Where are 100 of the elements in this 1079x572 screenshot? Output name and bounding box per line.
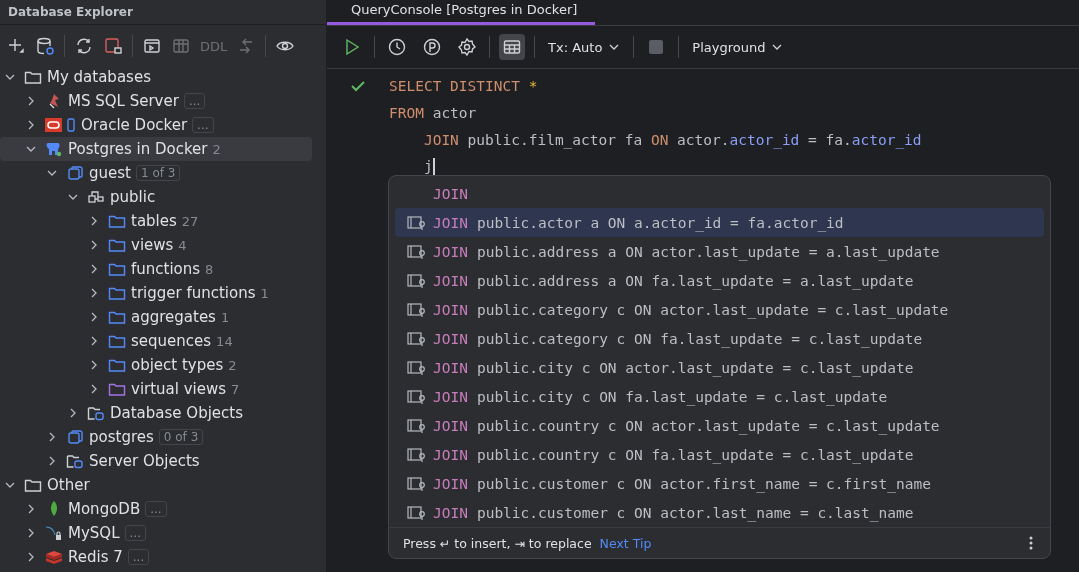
item-count: 1 [260,285,269,301]
tree-item[interactable]: object types 2 [0,353,312,377]
dropdown-button[interactable]: Playground [688,39,788,55]
folder-icon [24,477,42,493]
table-join-icon [407,388,427,405]
p-circle-icon [422,37,442,57]
tree-item[interactable]: Redis 7 ... [0,545,312,569]
grid-button[interactable] [499,34,525,60]
table-join-icon [407,330,427,347]
tree-item-label: guest [89,164,131,182]
tree-item-label: Server Objects [89,452,200,470]
item-badge: ... [124,525,146,541]
tree-item-label: trigger functions [131,284,256,302]
completion-item[interactable]: JOIN public.customer c ON actor.last_name = c.last_name [395,498,1044,527]
table-join-icon [407,301,427,318]
tree-item[interactable]: views 4 [0,233,312,257]
completion-item[interactable]: JOIN public.address a ON actor.last_update = a.last_update [395,237,1044,266]
tree-item[interactable]: tables 27 [0,209,312,233]
tree-item-label: object types [131,356,224,374]
tree-item-label: MongoDB [68,500,141,518]
completion-item[interactable]: JOIN public.category c ON fa.last_update = c.last_update [395,324,1044,353]
table-join-icon [407,243,427,260]
tree-item[interactable]: trigger functions 1 [0,281,312,305]
completion-item[interactable]: JOIN public.actor a ON a.actor_id = fa.actor_id [395,208,1044,237]
folder-icon [108,309,126,325]
tree-item-label: My databases [47,68,151,86]
tree-item[interactable]: Server Objects [0,449,312,473]
tree-item-label: functions [131,260,201,278]
table-join-icon [407,214,427,231]
folder-icon [108,357,126,373]
item-count: 14 [216,333,233,349]
tree-item[interactable]: MySQL ... [0,521,312,545]
completion-item[interactable]: JOIN public.city c ON actor.last_update = c.last_update [395,353,1044,382]
item-count: 27 [181,213,199,229]
tree-item-label: aggregates [131,308,216,326]
folder-icon [108,213,126,229]
tree-item[interactable]: Oracle Docker ... [0,113,312,137]
folder-icon [108,237,126,253]
folder-icon [108,261,126,277]
tree-item[interactable]: aggregates 1 [0,305,312,329]
completion-item[interactable]: JOIN [395,179,1044,208]
editor-tab[interactable]: QueryConsole [Postgres in Docker] [327,0,596,25]
item-count: 2 [228,357,237,373]
tree-item-label: MS SQL Server [68,92,179,110]
table-join-icon [407,475,427,492]
table-join-icon [407,446,427,463]
tree-item-label: Database Objects [110,404,243,422]
completion-item[interactable]: JOIN public.country c ON fa.last_update = c.last_update [395,440,1044,469]
completion-item[interactable]: JOIN public.city c ON fa.last_update = c.last_update [395,382,1044,411]
cube-stack-icon [45,549,63,565]
code-line: SELECT DISTINCT * [389,77,538,94]
clock-icon [387,37,407,57]
tree-item-label: Other [47,476,90,494]
completion-item[interactable]: JOIN public.category c ON actor.last_update = c.last_update [395,295,1044,324]
tree-item[interactable]: MongoDB ... [0,497,312,521]
table-join-icon [407,504,427,521]
next-tip-link[interactable]: Next Tip [599,535,652,551]
panel-title: Database Explorer [8,5,133,19]
completion-item[interactable]: JOIN public.customer c ON actor.first_name = c.first_name [395,469,1044,498]
item-count: 1 [220,309,230,325]
tree-item[interactable]: virtual views 7 [0,377,312,401]
database-settings-icon[interactable] [35,36,55,56]
phone-icon [66,117,76,133]
tree-item-label: sequences [131,332,212,350]
schema-icon [87,189,105,205]
tree-item[interactable]: My databases [0,65,312,89]
console-icon[interactable] [142,36,162,56]
folder-icon [24,69,42,85]
tree-item-label: tables [131,212,177,230]
folder-database-icon [66,453,84,469]
tree-item-label: virtual views [131,380,227,398]
folder-icon [108,285,126,301]
tree-item[interactable]: functions 8 [0,257,312,281]
tree-item[interactable]: guest 1 of 3 [0,161,312,185]
tree-item-label: Redis 7 [68,548,123,566]
completion-item[interactable]: JOIN public.country c ON actor.last_update = c.last_update [395,411,1044,440]
table-join-icon [407,272,427,289]
item-badge: ... [127,549,150,565]
add-icon[interactable] [6,36,26,56]
code-line: FROM actor [389,104,477,121]
tree-item-label: Postgres in Docker [68,140,208,158]
more-icon[interactable] [1028,535,1034,551]
tree-item-label: views [131,236,174,254]
tree-item-label: public [110,188,156,206]
tree-item-label: postgres [89,428,154,446]
completion-item[interactable]: JOIN public.address a ON fa.last_update = a.last_update [395,266,1044,295]
tree-item[interactable]: Postgres in Docker 2 [0,137,312,161]
database-logo-icon [45,117,63,133]
item-badge: ... [145,501,167,517]
tree-item[interactable]: sequences 14 [0,329,312,353]
tree-item[interactable]: public [0,185,312,209]
plug-icon[interactable] [103,36,123,56]
item-badge: ... [192,117,214,133]
refresh-icon[interactable] [74,36,94,56]
tree-item[interactable]: Database Objects [0,401,312,425]
dropdown-button[interactable]: Tx: Auto [544,39,625,55]
tree-item[interactable]: Other [0,473,312,497]
tree-item[interactable]: MS SQL Server ... [0,89,312,113]
tree-item[interactable]: postgres 0 of 3 [0,425,312,449]
item-badge: ... [183,93,206,109]
